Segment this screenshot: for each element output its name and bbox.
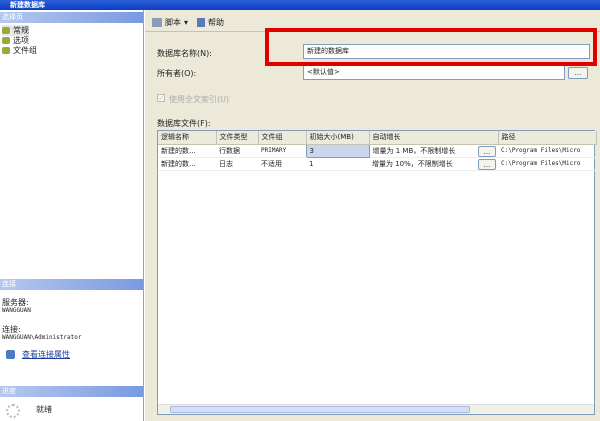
script-icon [152, 18, 162, 27]
left-panel: 选择页 常规 选项 文件组 连接 服务器: WANGGUAN 连接: WANGG… [0, 10, 144, 421]
cell-filegroup[interactable]: PRIMARY [258, 144, 306, 158]
properties-icon [6, 350, 15, 359]
nav-label: 文件组 [13, 46, 37, 55]
horizontal-scrollbar[interactable] [158, 404, 594, 414]
col-header[interactable]: 路径 [498, 131, 597, 145]
cell-autogrowth[interactable]: 增量为 1 MB，不限制增长... [369, 144, 498, 158]
cell-file-type[interactable]: 日志 [216, 157, 258, 171]
files-label: 数据库文件(F): [157, 119, 211, 128]
page-icon [2, 27, 10, 34]
col-header[interactable]: 初始大小(MB) [306, 131, 370, 145]
page-icon [2, 47, 10, 54]
progress-spinner-icon [6, 404, 20, 418]
col-header[interactable]: 文件组 [258, 131, 307, 145]
server-value: WANGGUAN [2, 307, 31, 314]
owner-input[interactable]: <默认值> [303, 65, 565, 80]
cell-filegroup[interactable]: 不适用 [258, 157, 306, 171]
table-header: 逻辑名称 文件类型 文件组 初始大小(MB) 自动增长 路径 [158, 131, 597, 145]
db-name-label: 数据库名称(N): [157, 49, 212, 58]
dropdown-arrow-icon[interactable]: ▾ [184, 18, 188, 27]
table-row[interactable]: 新建的数... 日志 不适用 1 增量为 10%，不限制增长... C:\Pro… [158, 157, 596, 171]
col-header[interactable]: 逻辑名称 [158, 131, 217, 145]
highlight-annotation [265, 28, 597, 66]
col-header[interactable]: 文件类型 [216, 131, 259, 145]
progress-header: 进度 [0, 386, 143, 397]
help-icon [197, 18, 205, 27]
fulltext-checkbox[interactable]: ✓ [157, 94, 165, 102]
cell-logical-name[interactable]: 新建的数... [158, 157, 216, 171]
scrollbar-thumb[interactable] [170, 406, 470, 413]
progress-status: 就绪 [36, 405, 52, 414]
view-connection-properties-link[interactable]: 查看连接属性 [22, 349, 70, 360]
script-button[interactable]: 脚本 ▾ [152, 17, 188, 28]
cell-path[interactable]: C:\Program Files\Micro [498, 157, 596, 171]
fulltext-label: 使用全文索引(U) [169, 95, 230, 104]
page-icon [2, 37, 10, 44]
owner-label: 所有者(O): [157, 69, 197, 78]
cell-initial-size[interactable]: 1 [306, 157, 369, 171]
database-files-grid[interactable]: 逻辑名称 文件类型 文件组 初始大小(MB) 自动增长 路径 新建的数... 行… [157, 130, 597, 415]
cell-logical-name[interactable]: 新建的数... [158, 144, 216, 158]
autogrowth-browse-button[interactable]: ... [478, 158, 496, 169]
table-row[interactable]: 新建的数... 行数据 PRIMARY 3 增量为 1 MB，不限制增长... … [158, 143, 596, 158]
select-page-header: 选择页 [0, 12, 143, 23]
cell-path[interactable]: C:\Program Files\Micro [498, 144, 596, 158]
col-header[interactable]: 自动增长 [369, 131, 499, 145]
cell-file-type[interactable]: 行数据 [216, 144, 258, 158]
nav-filegroups[interactable]: 文件组 [2, 45, 37, 56]
cell-initial-size[interactable]: 3 [305, 143, 370, 158]
cell-autogrowth[interactable]: 增量为 10%，不限制增长... [369, 157, 498, 171]
help-button[interactable]: 帮助 [197, 17, 224, 28]
title-bar: 新建数据库 [0, 0, 600, 10]
owner-browse-button[interactable]: ... [568, 67, 588, 79]
script-label: 脚本 [165, 18, 181, 27]
autogrowth-browse-button[interactable]: ... [478, 145, 496, 156]
autogrowth-text: 增量为 10%，不限制增长 [372, 159, 453, 168]
autogrowth-text: 增量为 1 MB，不限制增长 [372, 146, 456, 155]
connection-value: WANGGUAN\Administrator [2, 334, 82, 341]
help-label: 帮助 [208, 18, 224, 27]
connection-header: 连接 [0, 279, 143, 290]
